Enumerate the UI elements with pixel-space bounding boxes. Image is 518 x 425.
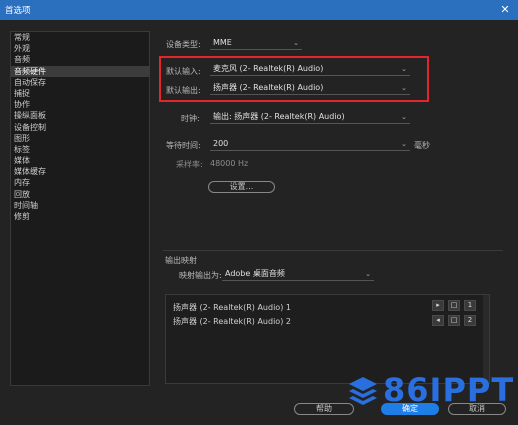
device-class-label: 设备类型: (166, 40, 201, 49)
sidebar-item[interactable]: 捕捉 (11, 88, 149, 99)
square-icon[interactable]: □ (448, 315, 460, 326)
sidebar-item[interactable]: 常规 (11, 32, 149, 43)
output-channel-row[interactable]: 扬声器 (2- Realtek(R) Audio) 2 (173, 316, 291, 327)
device-class-dropdown[interactable]: MME ⌄ (210, 37, 302, 50)
default-input-label: 默认输入: (166, 67, 201, 76)
channel-number-badge: 2 (464, 315, 476, 326)
window-title: 首选项 (5, 6, 31, 16)
channel-number-badge: 1 (464, 300, 476, 311)
close-icon[interactable]: ✕ (492, 0, 518, 20)
sidebar-item[interactable]: 修剪 (11, 211, 149, 222)
default-output-value: 扬声器 (2- Realtek(R) Audio) (213, 83, 324, 92)
sidebar-item[interactable]: 设备控制 (11, 122, 149, 133)
sample-rate-value: 48000 Hz (210, 159, 249, 168)
sidebar-item[interactable]: 内存 (11, 177, 149, 188)
sidebar-item[interactable]: 外观 (11, 43, 149, 54)
preferences-sidebar: 常规 外观 音频 音频硬件 自动保存 捕捉 协作 操纵面板 设备控制 图形 标签 媒体 媒体缓存 内存 回放… (10, 31, 150, 386)
sidebar-item[interactable]: 标签 (11, 144, 149, 155)
output-mapping-label: 输出映射 (165, 256, 197, 265)
output-channel-row[interactable]: 扬声器 (2- Realtek(R) Audio) 1 (173, 302, 291, 313)
speaker-icon[interactable]: ▸ (432, 300, 444, 311)
chevron-down-icon: ⌄ (401, 113, 407, 121)
settings-button[interactable]: 设置... (208, 181, 275, 193)
cancel-button[interactable]: 取消 (448, 403, 506, 415)
sample-rate-label: 采样率: (176, 160, 203, 169)
sidebar-item[interactable]: 媒体 (11, 155, 149, 166)
title-bar: 首选项 ✕ (0, 0, 518, 20)
default-output-label: 默认输出: (166, 86, 201, 95)
sidebar-item[interactable]: 自动保存 (11, 77, 149, 88)
square-icon[interactable]: □ (448, 300, 460, 311)
master-clock-dropdown[interactable]: 输出: 扬声器 (2- Realtek(R) Audio) ⌄ (210, 111, 410, 124)
ok-button[interactable]: 确定 (381, 403, 439, 415)
map-output-dropdown[interactable]: Adobe 桌面音频 ⌄ (222, 268, 374, 281)
sidebar-item[interactable]: 回放 (11, 189, 149, 200)
map-output-label: 映射输出为: (179, 271, 222, 280)
sidebar-item[interactable]: 音频硬件 (11, 65, 149, 77)
section-divider (163, 250, 503, 251)
device-class-value: MME (213, 38, 232, 47)
master-clock-label: 时钟: (181, 114, 200, 123)
default-output-dropdown[interactable]: 扬声器 (2- Realtek(R) Audio) ⌄ (210, 82, 410, 95)
default-input-dropdown[interactable]: 麦克风 (2- Realtek(R) Audio) ⌄ (210, 63, 410, 76)
chevron-down-icon: ⌄ (365, 270, 371, 278)
sidebar-item[interactable]: 音频 (11, 54, 149, 65)
sidebar-item[interactable]: 时间轴 (11, 200, 149, 211)
latency-unit: 毫秒 (414, 141, 430, 150)
mute-icon[interactable]: ◂ (432, 315, 444, 326)
latency-value: 200 (213, 139, 229, 148)
sidebar-item[interactable]: 图形 (11, 133, 149, 144)
sidebar-item[interactable]: 操纵面板 (11, 110, 149, 121)
map-output-value: Adobe 桌面音频 (225, 269, 285, 278)
chevron-down-icon: ⌄ (401, 140, 407, 148)
panel-scrollbar[interactable] (483, 295, 489, 383)
chevron-down-icon: ⌄ (293, 39, 299, 47)
master-clock-value: 输出: 扬声器 (2- Realtek(R) Audio) (213, 112, 345, 121)
sidebar-item[interactable]: 媒体缓存 (11, 166, 149, 177)
latency-dropdown[interactable]: 200 ⌄ (210, 138, 410, 151)
help-button[interactable]: 帮助 (294, 403, 354, 415)
default-input-value: 麦克风 (2- Realtek(R) Audio) (213, 64, 324, 73)
chevron-down-icon: ⌄ (401, 84, 407, 92)
sidebar-item[interactable]: 协作 (11, 99, 149, 110)
chevron-down-icon: ⌄ (401, 65, 407, 73)
latency-label: 等待时间: (166, 141, 201, 150)
